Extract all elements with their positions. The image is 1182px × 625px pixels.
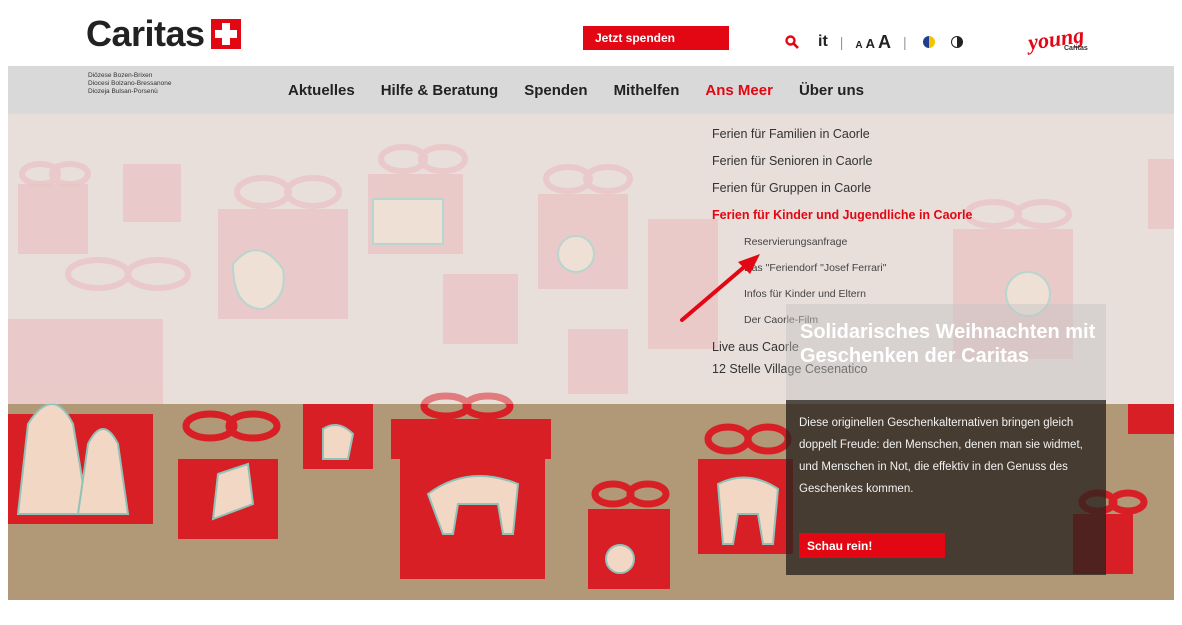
schau-rein-button[interactable]: Schau rein!: [799, 533, 945, 558]
divider: |: [839, 34, 844, 50]
menu-item-kinder-jugendliche[interactable]: Ferien für Kinder und Jugendliche in Cao…: [712, 205, 1042, 232]
caritas-logo[interactable]: Caritas: [86, 13, 241, 54]
nav-item-aktuelles[interactable]: Aktuelles: [288, 82, 355, 99]
menu-item-gruppen[interactable]: Ferien für Gruppen in Caorle: [712, 178, 1042, 205]
nav-item-spenden[interactable]: Spenden: [524, 82, 587, 99]
donate-button[interactable]: Jetzt spenden: [583, 26, 729, 50]
nav-item-hilfe-beratung[interactable]: Hilfe & Beratung: [381, 82, 499, 99]
font-size-small[interactable]: A: [855, 40, 862, 51]
footer-strip: [0, 600, 1182, 625]
young-caritas-logo[interactable]: young Caritas: [1024, 22, 1094, 58]
menu-item-senioren[interactable]: Ferien für Senioren in Caorle: [712, 151, 1042, 178]
promo-title: Solidarisches Weihnachten mit Geschenken…: [800, 321, 1096, 367]
search-icon[interactable]: [784, 34, 800, 50]
cross-icon: [210, 19, 241, 49]
young-logo-sub: Caritas: [1064, 45, 1088, 52]
header-tools: it | A A A |: [784, 30, 963, 54]
nav-item-mithelfen[interactable]: Mithelfen: [614, 82, 680, 99]
color-contrast-icon[interactable]: [922, 36, 935, 48]
submenu-item-feriendorf[interactable]: Das "Feriendorf "Josef Ferrari": [712, 258, 1042, 284]
submenu-item-reservierungsanfrage[interactable]: Reservierungsanfrage: [712, 232, 1042, 258]
nav-menu: Aktuelles Hilfe & Beratung Spenden Mithe…: [288, 66, 890, 114]
diocese-names: Diözese Bozen-Brixen Diocesi Bolzano-Bre…: [88, 72, 171, 96]
language-switch[interactable]: it: [818, 33, 828, 51]
promo-text: Diese originellen Geschenkalternativen b…: [799, 417, 1083, 495]
high-contrast-icon[interactable]: [950, 36, 963, 48]
font-size-large[interactable]: A: [878, 32, 891, 53]
diocese-it: Diocesi Bolzano-Bressanone: [88, 80, 172, 87]
menu-item-familien[interactable]: Ferien für Familien in Caorle: [712, 124, 1042, 151]
nav-item-ueber-uns[interactable]: Über uns: [799, 82, 864, 99]
divider: |: [903, 34, 907, 50]
diocese-de: Diözese Bozen-Brixen: [88, 72, 153, 79]
top-header: Caritas Jetzt spenden it | A A A | young…: [0, 0, 1182, 66]
logo-text: Caritas: [86, 13, 205, 54]
font-size-medium[interactable]: A: [866, 36, 875, 51]
font-size-controls: A A A: [855, 32, 891, 53]
main-navbar: Diözese Bozen-Brixen Diocesi Bolzano-Bre…: [8, 66, 1174, 114]
nav-item-ans-meer[interactable]: Ans Meer: [705, 82, 773, 99]
diocese-lad: Diozeja Bulsan-Porsenù: [88, 88, 158, 95]
